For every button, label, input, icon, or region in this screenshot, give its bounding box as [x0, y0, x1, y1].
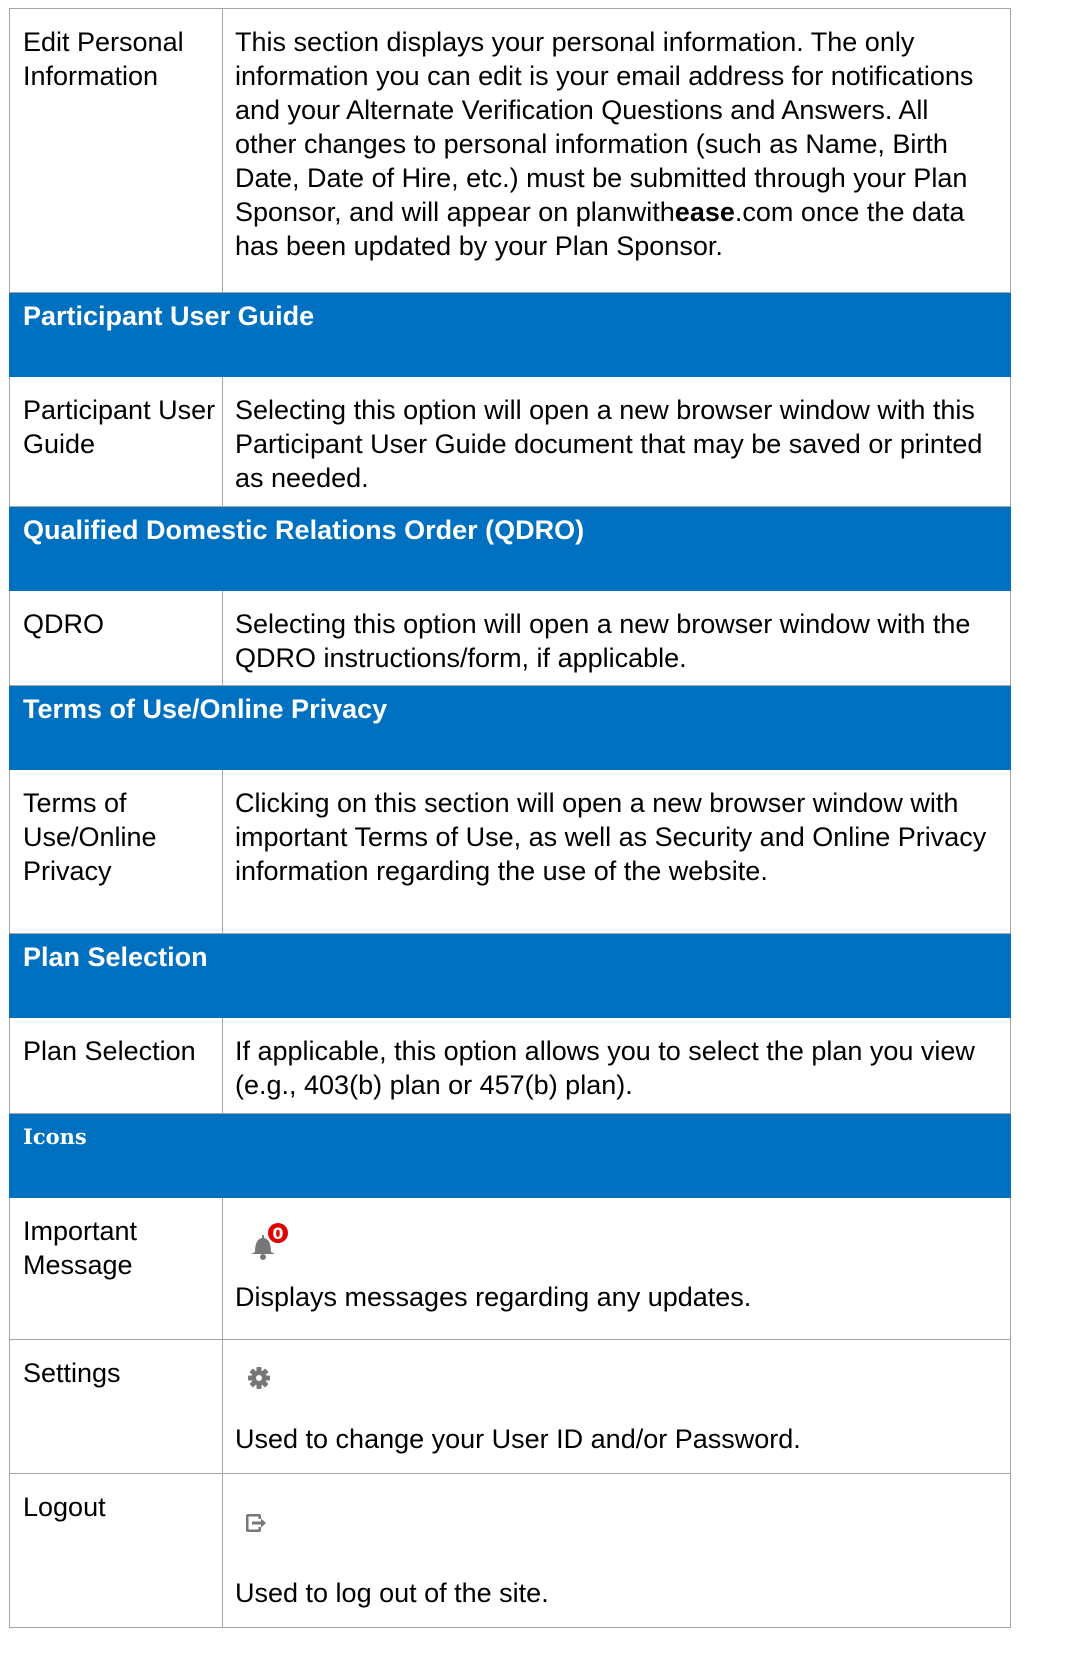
brand-ease: ease	[674, 197, 735, 227]
section-participant-user-guide: Participant User Guide	[9, 292, 1011, 377]
important-message-row: Important Message 0 Displays messages re…	[9, 1197, 1011, 1340]
gear-icon[interactable]	[245, 1364, 285, 1404]
row-description: This section displays your personal info…	[222, 8, 1011, 293]
plan-selection-row: Plan Selection If applicable, this optio…	[9, 1017, 1011, 1114]
section-icons: Icons	[9, 1113, 1011, 1198]
section-title: Terms of Use/Online Privacy	[9, 685, 1011, 770]
user-guide-table: Edit Personal Information This section d…	[9, 8, 1011, 1628]
settings-row: Settings Used to change your User ID and…	[9, 1339, 1011, 1474]
bell-icon[interactable]: 0	[245, 1222, 301, 1272]
logout-row: Logout Used to log out of the site.	[9, 1473, 1011, 1628]
row-description: Selecting this option will open a new br…	[222, 590, 1011, 686]
row-description: Selecting this option will open a new br…	[222, 376, 1011, 507]
section-title: Plan Selection	[9, 933, 1011, 1018]
row-label: Plan Selection	[9, 1017, 223, 1114]
icon-container	[235, 1356, 996, 1414]
icon-description: Used to change your User ID and/or Passw…	[235, 1424, 801, 1454]
section-title: Icons	[9, 1113, 1011, 1198]
qdro-row: QDRO Selecting this option will open a n…	[9, 590, 1011, 686]
notification-badge-count: 0	[272, 1224, 283, 1243]
icon-description: Used to log out of the site.	[235, 1578, 549, 1608]
section-title: Qualified Domestic Relations Order (QDRO…	[9, 506, 1011, 591]
row-label: Participant User Guide	[9, 376, 223, 507]
row-description: Used to change your User ID and/or Passw…	[222, 1339, 1011, 1474]
edit-personal-info-row: Edit Personal Information This section d…	[9, 8, 1011, 293]
row-label: Terms of Use/Online Privacy	[9, 769, 223, 934]
icon-container: 0	[235, 1214, 996, 1272]
icon-container	[235, 1490, 996, 1568]
row-label: Important Message	[9, 1197, 223, 1340]
row-label: Settings	[9, 1339, 223, 1474]
section-title: Participant User Guide	[9, 292, 1011, 377]
icon-description: Displays messages regarding any updates.	[235, 1282, 752, 1312]
row-label: Edit Personal Information	[9, 8, 223, 293]
row-description: 0 Displays messages regarding any update…	[222, 1197, 1011, 1340]
row-description: Used to log out of the site.	[222, 1473, 1011, 1628]
row-description: If applicable, this option allows you to…	[222, 1017, 1011, 1114]
row-label: Logout	[9, 1473, 223, 1628]
terms-of-use-row: Terms of Use/Online Privacy Clicking on …	[9, 769, 1011, 934]
row-label: QDRO	[9, 590, 223, 686]
section-qdro: Qualified Domestic Relations Order (QDRO…	[9, 506, 1011, 591]
section-plan-selection: Plan Selection	[9, 933, 1011, 1018]
row-description: Clicking on this section will open a new…	[222, 769, 1011, 934]
section-terms-of-use: Terms of Use/Online Privacy	[9, 685, 1011, 770]
logout-icon[interactable]	[245, 1510, 285, 1550]
participant-user-guide-row: Participant User Guide Selecting this op…	[9, 376, 1011, 507]
